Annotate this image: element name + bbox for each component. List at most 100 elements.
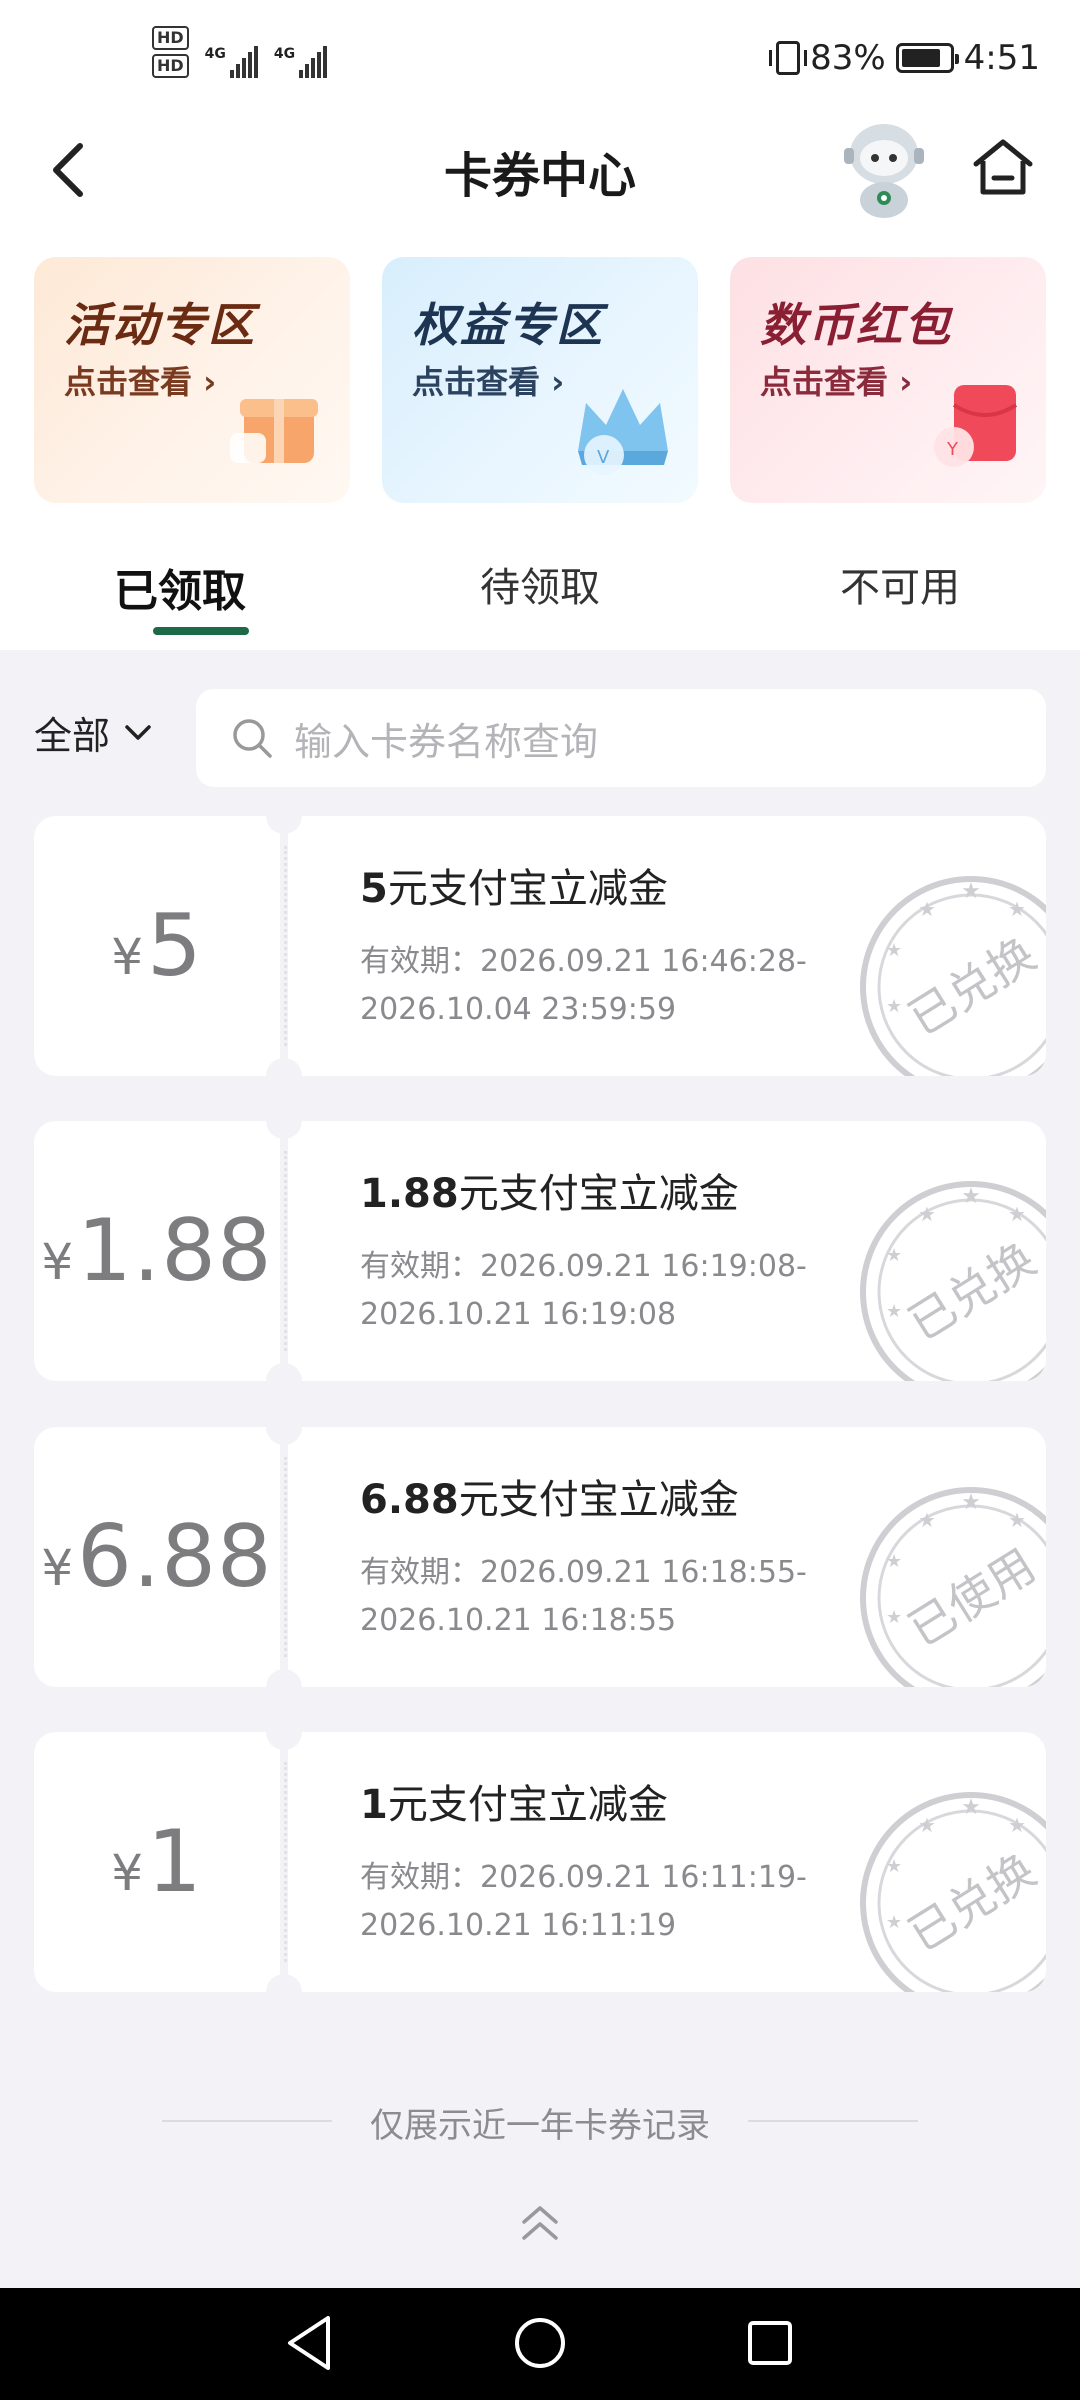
coupon-name-value: 1: [360, 1782, 388, 1828]
vibrate-icon: [769, 41, 808, 75]
validity-end: 2026.10.21 16:18:55: [360, 1603, 677, 1638]
coupon-name-value: 6.88: [360, 1477, 459, 1523]
status-bar: HD HD 4G 4G 83% 4:51: [0, 0, 1080, 110]
ticket-notch-top: [266, 1103, 302, 1139]
nav-recents-icon[interactable]: [740, 2310, 800, 2376]
coupon-name-value: 5: [360, 866, 388, 912]
coupon-amount: 5: [147, 896, 203, 996]
coupon-name: 6.88元支付宝立减金: [360, 1467, 739, 1525]
coupon-detail-panel: 6.88元支付宝立减金 有效期：2026.09.21 16:18:55- 202…: [288, 1427, 1046, 1687]
svg-text:★: ★: [961, 1184, 981, 1209]
coupon-name-suffix: 元支付宝立减金: [387, 866, 668, 912]
validity-end: 2026.10.21 16:19:08: [360, 1297, 677, 1332]
assistant-robot-icon[interactable]: [836, 114, 932, 222]
ticket-notch-bottom: [266, 1363, 302, 1399]
coupon-card[interactable]: ¥ 6.88 6.88元支付宝立减金 有效期：2026.09.21 16:18:…: [34, 1409, 1046, 1705]
category-label: 全部: [34, 714, 111, 758]
coupon-amount-panel: ¥ 1: [34, 1732, 280, 1992]
footer-note: 仅展示近一年卡券记录: [370, 2106, 710, 2146]
search-placeholder: 输入卡券名称查询: [294, 719, 599, 764]
ticket-notch-bottom: [266, 1058, 302, 1094]
stamp-text: 已使用: [899, 1538, 1045, 1657]
banner-link: 点击查看 ›: [760, 363, 913, 401]
redeemed-stamp-icon: ★ ★ ★ ★ ★ 已兑换: [860, 876, 1046, 1076]
svg-text:V: V: [597, 447, 610, 468]
crown-icon: V: [578, 389, 668, 475]
coupon-validity: 有效期：2026.09.21 16:11:19- 2026.10.21 16:1…: [360, 1854, 807, 1950]
coupon-card[interactable]: ¥ 1.88 1.88元支付宝立减金 有效期：2026.09.21 16:19:…: [34, 1103, 1046, 1399]
svg-text:★: ★: [1008, 1813, 1026, 1837]
search-input[interactable]: 输入卡券名称查询: [196, 689, 1046, 787]
coupon-amount: 6.88: [77, 1507, 273, 1607]
coupon-card[interactable]: ¥ 5 5元支付宝立减金 有效期：2026.09.21 16:46:28- 20…: [34, 798, 1046, 1094]
redeemed-stamp-icon: ★ ★ ★ ★ ★ 已兑换: [860, 1181, 1046, 1381]
validity-start: 有效期：2026.09.21 16:11:19-: [360, 1860, 807, 1895]
coupon-name: 1元支付宝立减金: [360, 1772, 668, 1830]
chevron-down-icon: [125, 724, 151, 740]
validity-start: 有效期：2026.09.21 16:18:55-: [360, 1555, 807, 1590]
svg-text:★: ★: [918, 1813, 936, 1837]
svg-text:★: ★: [918, 1508, 936, 1532]
coupon-name: 1.88元支付宝立减金: [360, 1161, 739, 1219]
coupon-card[interactable]: ¥ 1 1元支付宝立减金 有效期：2026.09.21 16:11:19- 20…: [34, 1714, 1046, 2010]
svg-text:★: ★: [961, 1490, 981, 1515]
search-icon: [233, 719, 272, 758]
tab-unavailable[interactable]: 不可用: [750, 555, 1050, 613]
promo-banners: 活动专区 点击查看 › 权益专区 点击查看 › V 数币红包 点击查看 › Y: [0, 255, 1080, 525]
banner-digital-red-packet[interactable]: 数币红包 点击查看 › Y: [730, 257, 1046, 503]
banner-title: 数币红包: [760, 298, 952, 352]
battery-percent: 83%: [810, 38, 886, 78]
stamp-text: 已兑换: [899, 927, 1045, 1046]
coupon-validity: 有效期：2026.09.21 16:18:55- 2026.10.21 16:1…: [360, 1549, 807, 1645]
coupon-name: 5元支付宝立减金: [360, 856, 668, 914]
system-nav-bar: [0, 2288, 1080, 2400]
nav-back-icon[interactable]: [282, 2310, 338, 2376]
coupon-validity: 有效期：2026.09.21 16:46:28- 2026.10.04 23:5…: [360, 938, 807, 1034]
svg-text:★: ★: [1008, 897, 1026, 921]
svg-text:★: ★: [918, 897, 936, 921]
nav-home-icon[interactable]: [510, 2310, 570, 2376]
coupon-detail-panel: 1.88元支付宝立减金 有效期：2026.09.21 16:19:08- 202…: [288, 1121, 1046, 1381]
svg-text:★: ★: [918, 1202, 936, 1226]
validity-end: 2026.10.04 23:59:59: [360, 992, 677, 1027]
ticket-perforation: [284, 1457, 287, 1657]
banner-title: 权益专区: [412, 298, 604, 352]
signal-icon-1: 4G: [205, 46, 258, 78]
ticket-notch-top: [266, 1714, 302, 1750]
tab-pending[interactable]: 待领取: [390, 555, 690, 613]
banner-benefits-zone[interactable]: 权益专区 点击查看 › V: [382, 257, 698, 503]
ticket-perforation: [284, 1762, 287, 1962]
active-tab-indicator: [153, 627, 249, 635]
tab-received[interactable]: 已领取: [30, 555, 330, 619]
network-type-1: 4G: [204, 46, 226, 62]
ticket-notch-bottom: [266, 1974, 302, 2010]
double-chevron-up-icon[interactable]: [518, 2202, 562, 2246]
coupon-amount: 1: [147, 1812, 203, 1912]
svg-text:★: ★: [961, 879, 981, 904]
hd-badges: HD HD: [152, 26, 189, 78]
battery-icon: [895, 43, 959, 73]
coupon-name-suffix: 元支付宝立减金: [387, 1782, 668, 1828]
redeemed-stamp-icon: ★ ★ ★ ★ ★ 已兑换: [860, 1792, 1046, 1992]
network-indicators: HD HD 4G 4G: [152, 26, 328, 78]
svg-text:★: ★: [961, 1795, 981, 1820]
category-dropdown[interactable]: 全部: [34, 705, 152, 760]
network-type-2: 4G: [273, 46, 296, 62]
stamp-text: 已兑换: [899, 1232, 1045, 1351]
home-icon[interactable]: [970, 134, 1036, 200]
redeemed-stamp-icon: ★ ★ ★ ★ ★ 已使用: [860, 1487, 1046, 1687]
validity-start: 有效期：2026.09.21 16:19:08-: [360, 1249, 807, 1284]
currency-symbol: ¥: [41, 1233, 74, 1291]
status-right: 83% 4:51: [769, 38, 1040, 78]
coupon-amount-panel: ¥ 5: [34, 816, 280, 1076]
coupon-detail-panel: 5元支付宝立减金 有效期：2026.09.21 16:46:28- 2026.1…: [288, 816, 1046, 1076]
ticket-notch-bottom: [266, 1669, 302, 1705]
svg-text:★: ★: [1008, 1202, 1026, 1226]
validity-start: 有效期：2026.09.21 16:46:28-: [360, 944, 807, 979]
currency-symbol: ¥: [41, 1539, 74, 1597]
banner-activity-zone[interactable]: 活动专区 点击查看 ›: [34, 257, 350, 503]
hd-badge-1: HD: [152, 26, 189, 50]
svg-text:Y: Y: [946, 439, 959, 460]
svg-text:★: ★: [886, 1245, 902, 1266]
svg-text:★: ★: [1008, 1508, 1026, 1532]
